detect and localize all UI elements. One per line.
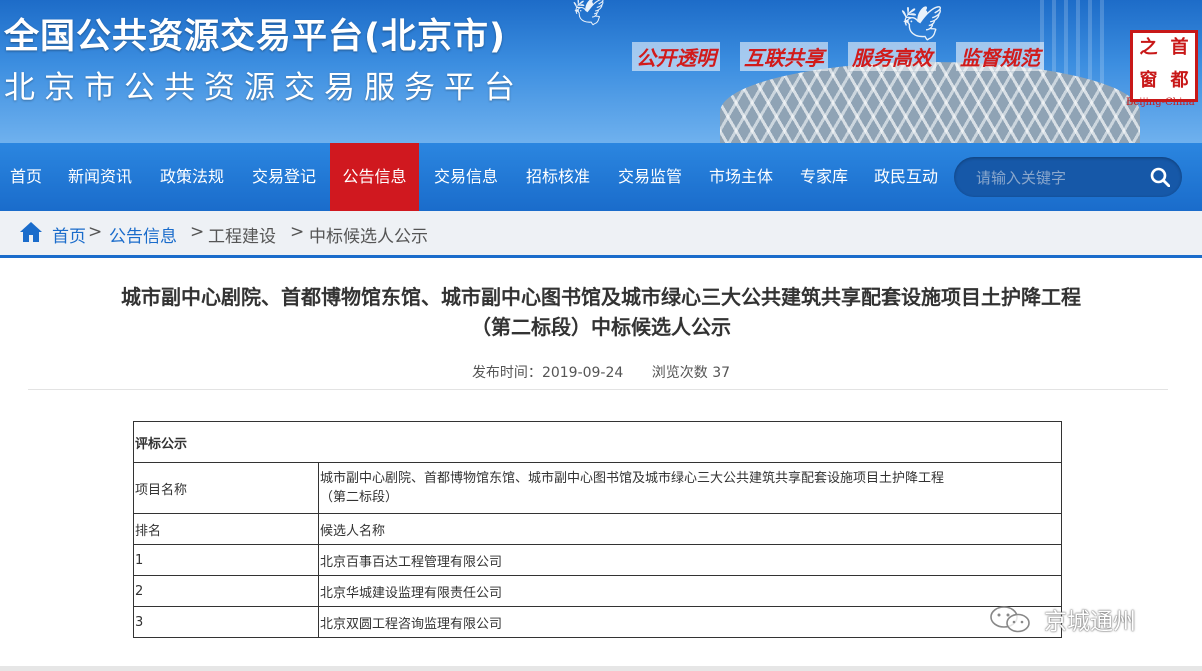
nav-item-interaction[interactable]: 政民互动 xyxy=(862,143,950,211)
slogans: 公开透明 互联共享 服务高效 监督规范 xyxy=(632,42,1044,71)
candidate-cell: 北京双圆工程咨询监理有限公司 xyxy=(318,606,1062,638)
bid-result-table: 评标公示 项目名称 城市副中心剧院、首都博物馆东馆、城市副中心图书馆及城市绿心三… xyxy=(133,421,1062,638)
table-row: 3 北京双圆工程咨询监理有限公司 xyxy=(133,606,1062,638)
logo-char: 之 xyxy=(1139,37,1158,58)
wechat-icon xyxy=(990,606,1030,633)
article-title-line2: （第二标段）中标候选人公示 xyxy=(471,315,731,339)
divider xyxy=(28,389,1168,390)
nav-item-home[interactable]: 首页 xyxy=(0,143,52,211)
nav-item-policy[interactable]: 政策法规 xyxy=(148,143,236,211)
column-header-rank: 排名 xyxy=(133,513,319,545)
project-name-value: 城市副中心剧院、首都博物馆东馆、城市副中心图书馆及城市绿心三大公共建筑共享配套设… xyxy=(318,462,1062,514)
breadcrumb-announcements[interactable]: 公告信息 xyxy=(109,222,177,247)
nav-item-market-entities[interactable]: 市场主体 xyxy=(697,143,785,211)
platform-subtitle: 北京市公共资源交易服务平台 xyxy=(4,70,524,106)
dove-icon: 🕊 xyxy=(900,4,944,44)
article-title-line1: 城市副中心剧院、首都博物馆东馆、城市副中心图书馆及城市绿心三大公共建筑共享配套设… xyxy=(121,285,1081,309)
nav-item-experts[interactable]: 专家库 xyxy=(790,143,858,211)
publish-date: 2019-09-24 xyxy=(541,365,624,381)
breadcrumb: 首页 > 公告信息 > 工程建设 > 中标候选人公示 xyxy=(0,211,1202,258)
project-name-line1: 城市副中心剧院、首都博物馆东馆、城市副中心图书馆及城市绿心三大公共建筑共享配套设… xyxy=(320,471,945,486)
breadcrumb-separator: > xyxy=(190,222,205,242)
table-header-row: 排名 候选人名称 xyxy=(133,513,1062,545)
project-name-label: 项目名称 xyxy=(133,462,319,514)
table-row: 2 北京华城建设监理有限责任公司 xyxy=(133,575,1062,607)
table-section-header: 评标公示 xyxy=(133,421,1062,463)
rank-cell: 2 xyxy=(133,575,319,607)
slogan: 服务高效 xyxy=(848,42,936,71)
publish-info: 发布时间：2019-09-24 xyxy=(472,365,623,381)
breadcrumb-separator: > xyxy=(290,222,305,242)
rank-cell: 3 xyxy=(133,606,319,638)
dove-icon: 🕊 xyxy=(572,0,606,28)
candidate-cell: 北京百事百达工程管理有限公司 xyxy=(318,544,1062,576)
views-count: 37 xyxy=(712,365,731,381)
capital-window-logo: 之 首 窗 都 xyxy=(1130,30,1198,102)
logo-char: 首 xyxy=(1170,37,1189,58)
table-row: 项目名称 城市副中心剧院、首都博物馆东馆、城市副中心图书馆及城市绿心三大公共建筑… xyxy=(133,462,1062,514)
breadcrumb-home[interactable]: 首页 xyxy=(52,222,86,247)
article-title: 城市副中心剧院、首都博物馆东馆、城市副中心图书馆及城市绿心三大公共建筑共享配套设… xyxy=(40,282,1162,342)
breadcrumb-current: 中标候选人公示 xyxy=(309,227,428,247)
candidate-cell: 北京华城建设监理有限责任公司 xyxy=(318,575,1062,607)
views-info: 浏览次数 37 xyxy=(652,365,730,381)
article-meta: 发布时间：2019-09-24 浏览次数 37 xyxy=(0,362,1202,382)
nav-item-supervision[interactable]: 交易监管 xyxy=(606,143,694,211)
search-box xyxy=(954,157,1182,199)
logo-caption: Beijing-China xyxy=(1126,97,1195,108)
slogan: 监督规范 xyxy=(956,42,1044,71)
slogan: 互联共享 xyxy=(740,42,828,71)
logo-char: 都 xyxy=(1170,70,1189,91)
slogan: 公开透明 xyxy=(632,42,720,71)
breadcrumb-separator: > xyxy=(88,222,103,242)
rank-cell: 1 xyxy=(133,544,319,576)
nav-item-transactions[interactable]: 交易信息 xyxy=(422,143,510,211)
bottom-border xyxy=(0,666,1202,671)
nav-item-announcements[interactable]: 公告信息 xyxy=(330,143,419,211)
table-row: 评标公示 xyxy=(133,421,1062,463)
project-name-line2: （第二标段） xyxy=(320,490,399,505)
publish-label: 发布时间： xyxy=(471,365,542,381)
table-row: 1 北京百事百达工程管理有限公司 xyxy=(133,544,1062,576)
logo-char: 窗 xyxy=(1139,70,1158,91)
column-header-candidate: 候选人名称 xyxy=(318,513,1062,545)
home-icon[interactable] xyxy=(19,220,43,244)
platform-title: 全国公共资源交易平台(北京市) xyxy=(4,17,506,57)
header-banner: 🕊 🕊 全国公共资源交易平台(北京市) 北京市公共资源交易服务平台 公开透明 互… xyxy=(0,0,1202,143)
nav-item-approval[interactable]: 招标核准 xyxy=(514,143,602,211)
nav-item-registration[interactable]: 交易登记 xyxy=(240,143,328,211)
search-icon[interactable] xyxy=(1150,167,1170,187)
views-label: 浏览次数 xyxy=(651,365,708,381)
watermark-text: 京城通州 xyxy=(1044,609,1136,635)
nav-item-news[interactable]: 新闻资讯 xyxy=(56,143,144,211)
search-input[interactable] xyxy=(974,157,1138,199)
breadcrumb-construction[interactable]: 工程建设 xyxy=(208,222,276,247)
